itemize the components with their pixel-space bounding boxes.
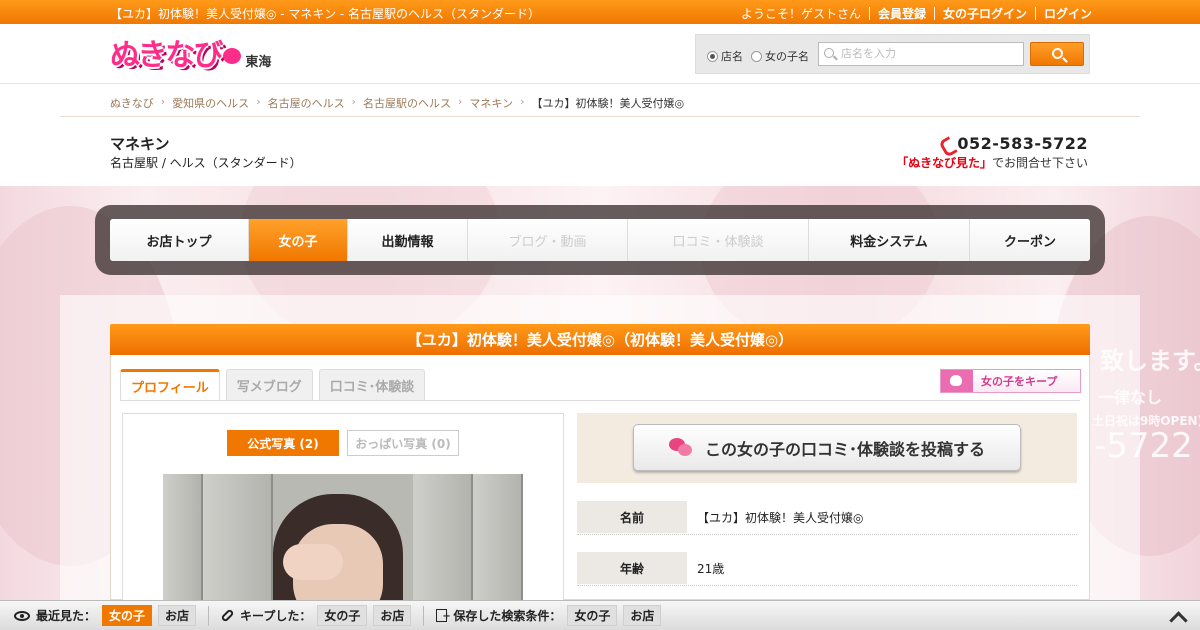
recent-label: 最近見た： [36, 609, 97, 623]
top-bar: 【ユカ】初体験！美人受付嬢◎ - マネキン - 名古屋駅のヘルス（スタンダード）… [0, 0, 1200, 24]
breadcrumb-current: 【ユカ】初体験！美人受付嬢◎ [531, 97, 685, 110]
login-link[interactable]: ログイン [1036, 5, 1092, 22]
saved-girls-button[interactable]: 女の子 [567, 605, 618, 626]
eye-icon [14, 610, 30, 621]
shop-nav: お店トップ 女の子 出勤情報 ブログ・動画 口コミ・体験談 料金システム クーポ… [110, 219, 1090, 261]
chevron-up-icon[interactable] [1170, 609, 1184, 623]
divider [868, 7, 870, 20]
kept-group: キープした： 女の子 お店 [209, 605, 425, 626]
chevron-right-icon: › [256, 95, 261, 108]
inquiry-text: でお問合せ下さい [991, 156, 1088, 170]
site-header: ぬきなび 東海 店名 女の子名 店名を入力 [0, 24, 1200, 84]
radio-girl-name[interactable]: 女の子名 [751, 48, 809, 64]
page-title: 【ユカ】初体験！美人受付嬢◎ - マネキン - 名古屋駅のヘルス（スタンダード） [110, 7, 541, 21]
search-icon [824, 48, 834, 58]
kept-shops-button[interactable]: お店 [373, 605, 412, 626]
nav-shop-top[interactable]: お店トップ [110, 219, 249, 261]
account-links: ようこそ！ゲストさん 会員登録 女の子ログイン ログイン [733, 5, 1092, 22]
nav-schedule[interactable]: 出勤情報 [348, 219, 468, 261]
chevron-right-icon: › [458, 95, 463, 108]
post-review-label: この女の子の口コミ･体験談を投稿する [704, 439, 985, 459]
radio-dot-icon [707, 50, 718, 62]
shop-name[interactable]: マネキン [110, 133, 170, 154]
breadcrumb-item[interactable]: 愛知県のヘルス [172, 95, 249, 111]
inquiry-note: 「ぬきなび見た」でお問合せ下さい [896, 154, 1088, 171]
breadcrumb: ぬきなび › 愛知県のヘルス › 名古屋のヘルス › 名古屋駅のヘルス › マネ… [110, 95, 684, 111]
recent-girls-button[interactable]: 女の子 [102, 605, 153, 626]
register-link[interactable]: 会員登録 [870, 5, 934, 22]
breadcrumb-item[interactable]: ぬきなび [110, 95, 154, 111]
kept-girls-button[interactable]: 女の子 [317, 605, 368, 626]
tab-profile[interactable]: プロフィール [120, 369, 220, 401]
nav-girls[interactable]: 女の子 [249, 219, 348, 261]
photo-subject [283, 544, 343, 580]
add-document-icon [436, 609, 451, 622]
site-logo[interactable]: ぬきなび 東海 [110, 34, 271, 74]
divider [933, 7, 935, 20]
nav-reviews: 口コミ・体験談 [628, 219, 809, 261]
chat-bubble-icon [668, 437, 693, 458]
search-box: 店名 女の子名 店名を入力 [695, 34, 1090, 74]
breadcrumb-item[interactable]: マネキン [469, 95, 513, 111]
photo-background [473, 474, 523, 600]
profile-value: 21歳 [697, 562, 725, 576]
photo-background [413, 474, 473, 600]
photo-background [163, 474, 203, 600]
divider [120, 400, 1080, 401]
recent-viewed-group: 最近見た： 女の子 お店 [0, 605, 210, 626]
post-review-button[interactable]: この女の子の口コミ･体験談を投稿する [633, 424, 1021, 471]
nav-blog-video: ブログ・動画 [468, 219, 628, 261]
profile-tabs: プロフィール 写メブログ 口コミ･体験談 [120, 369, 431, 401]
search-button[interactable] [1030, 42, 1084, 66]
radio-label: 店名 [721, 50, 743, 63]
logo-text: ぬきなび [110, 38, 223, 73]
shop-phone[interactable]: 052-583-5722 [942, 134, 1088, 153]
photo-background [203, 474, 273, 600]
search-icon [1052, 48, 1063, 59]
chevron-right-icon: › [351, 95, 356, 108]
phone-icon [942, 137, 954, 151]
tab-photo-blog[interactable]: 写メブログ [225, 369, 313, 400]
chevron-right-icon: › [160, 95, 166, 108]
inquiry-highlight: 「ぬきなび見た」 [896, 156, 992, 170]
keep-girl-button[interactable]: 女の子をキープ [940, 369, 1081, 393]
keep-label: 女の子をキープ [981, 375, 1058, 388]
saved-shops-button[interactable]: お店 [623, 605, 662, 626]
search-input[interactable]: 店名を入力 [818, 42, 1024, 66]
radio-shop-name[interactable]: 店名 [707, 48, 743, 64]
divider [60, 116, 1140, 117]
phone-number: 052-583-5722 [957, 134, 1088, 153]
saved-label: 保存した検索条件： [453, 609, 562, 623]
link-icon [220, 608, 235, 623]
girl-photo[interactable] [163, 474, 523, 600]
divider [1034, 7, 1036, 20]
welcome-text: ようこそ！ゲストさん [740, 7, 861, 21]
breadcrumb-item[interactable]: 名古屋駅のヘルス [363, 95, 451, 111]
girl-login-link[interactable]: 女の子ログイン [935, 5, 1035, 22]
tab-reviews[interactable]: 口コミ･体験談 [318, 369, 426, 400]
recent-shops-button[interactable]: お店 [158, 605, 197, 626]
radio-dot-icon [751, 50, 762, 62]
nav-price-system[interactable]: 料金システム [809, 219, 970, 261]
profile-label: 名前 [577, 501, 687, 533]
shop-category: 名古屋駅 / ヘルス（スタンダード） [110, 156, 302, 170]
profile-row: 名前 【ユカ】初体験！美人受付嬢◎ [577, 501, 1077, 535]
profile-label: 年齢 [577, 552, 687, 584]
breadcrumb-item[interactable]: 名古屋のヘルス [268, 95, 345, 111]
heart-icon [223, 48, 242, 64]
radio-label: 女の子名 [765, 50, 809, 63]
photo-tab-other[interactable]: おっぱい写真 (0) [347, 430, 459, 456]
chevron-right-icon: › [520, 95, 525, 108]
photo-tab-official[interactable]: 公式写真 (2) [227, 430, 339, 456]
history-bar: 最近見た： 女の子 お店 キープした： 女の子 お店 保存した検索条件： 女の子… [0, 600, 1200, 630]
girl-heading: 【ユカ】初体験！美人受付嬢◎（初体験！美人受付嬢◎） [110, 324, 1090, 355]
profile-value: 【ユカ】初体験！美人受付嬢◎ [697, 511, 864, 525]
profile-row: 年齢 21歳 [577, 552, 1077, 586]
logo-region: 東海 [245, 55, 272, 70]
keep-heart-icon [941, 370, 973, 392]
nav-coupon[interactable]: クーポン [970, 219, 1090, 261]
kept-label: キープした： [240, 609, 312, 623]
saved-search-group: 保存した検索条件： 女の子 お店 [424, 605, 673, 626]
